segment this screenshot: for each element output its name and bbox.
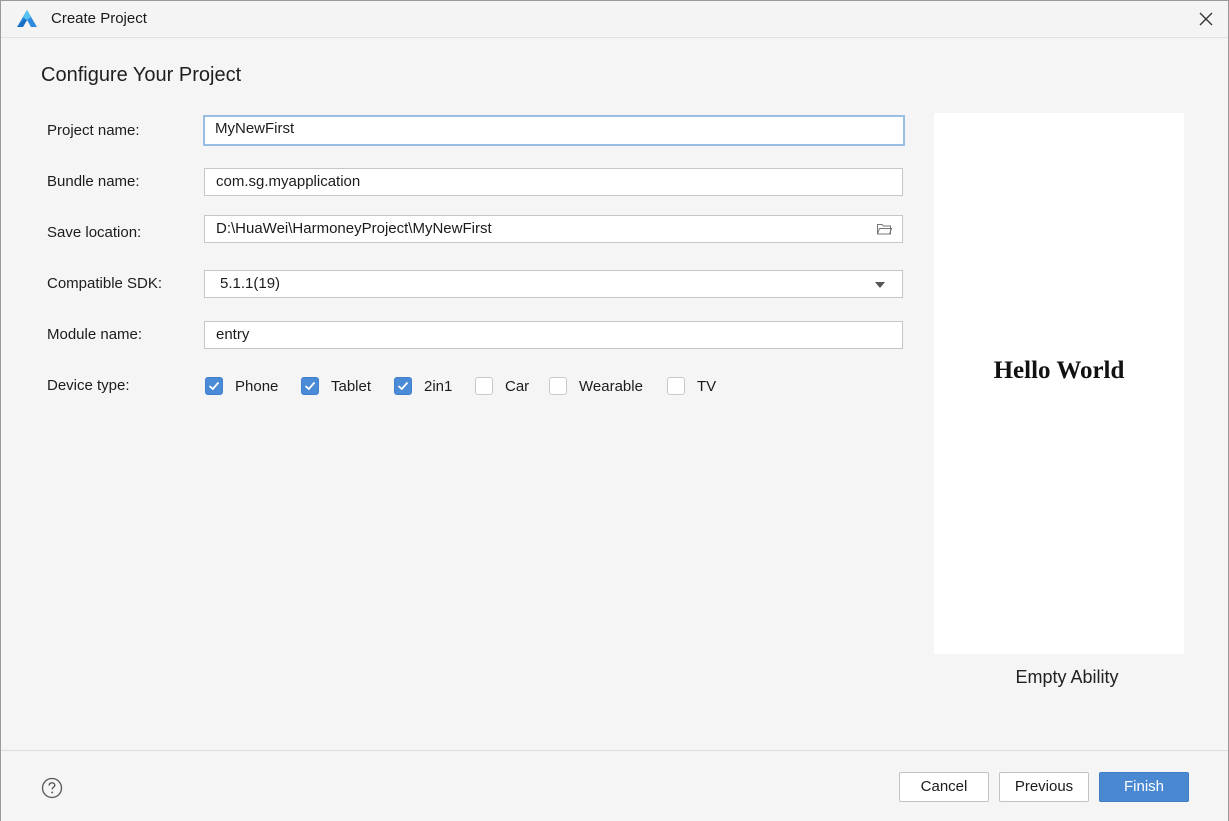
device-type-tablet[interactable]: Tablet: [301, 375, 371, 397]
checkbox-unchecked-icon[interactable]: [667, 377, 685, 395]
cancel-button[interactable]: Cancel: [899, 772, 989, 802]
project-name-label: Project name:: [47, 122, 140, 139]
checkbox-label: 2in1: [424, 377, 453, 395]
save-location-input[interactable]: D:\HuaWei\HarmoneyProject\MyNewFirst: [204, 215, 903, 243]
create-project-dialog: Create Project Configure Your Project Pr…: [0, 0, 1229, 821]
compatible-sdk-value: 5.1.1(19): [220, 275, 281, 292]
device-type-2in1[interactable]: 2in1: [394, 375, 452, 397]
checkbox-checked-icon[interactable]: [205, 377, 223, 395]
checkbox-unchecked-icon[interactable]: [549, 377, 567, 395]
checkbox-label: Phone: [235, 377, 279, 395]
deveco-logo-icon: [17, 10, 37, 27]
checkbox-label: Wearable: [579, 377, 643, 395]
device-type-wearable[interactable]: Wearable: [549, 375, 643, 397]
device-type-label: Device type:: [47, 377, 130, 394]
device-type-phone[interactable]: Phone: [205, 375, 278, 397]
device-type-tv[interactable]: TV: [667, 375, 716, 397]
window-title: Create Project: [51, 10, 147, 27]
checkbox-label: Tablet: [331, 377, 372, 395]
compatible-sdk-label: Compatible SDK:: [47, 275, 163, 292]
checkbox-label: Car: [505, 377, 530, 395]
checkbox-checked-icon[interactable]: [394, 377, 412, 395]
help-icon[interactable]: [41, 777, 63, 799]
compatible-sdk-select[interactable]: 5.1.1(19): [204, 270, 903, 298]
folder-icon[interactable]: [876, 222, 892, 236]
checkbox-checked-icon[interactable]: [301, 377, 319, 395]
save-location-value: D:\HuaWei\HarmoneyProject\MyNewFirst: [216, 220, 492, 237]
bundle-name-label: Bundle name:: [47, 173, 140, 190]
module-name-label: Module name:: [47, 326, 143, 343]
device-type-car[interactable]: Car: [475, 375, 529, 397]
bundle-name-input[interactable]: com.sg.myapplication: [204, 168, 903, 196]
page-title: Configure Your Project: [41, 64, 242, 86]
close-icon[interactable]: [1194, 7, 1218, 31]
title-bar: Create Project: [1, 1, 1228, 38]
template-name: Empty Ability: [1015, 667, 1119, 687]
dialog-footer: Cancel Previous Finish: [1, 750, 1228, 821]
previous-button[interactable]: Previous: [999, 772, 1089, 802]
template-preview: Hello World: [934, 113, 1184, 654]
save-location-label: Save location:: [47, 224, 142, 241]
finish-button[interactable]: Finish: [1099, 772, 1189, 802]
preview-hello-text: Hello World: [993, 357, 1125, 384]
chevron-down-icon: [875, 282, 885, 288]
checkbox-label: TV: [697, 377, 717, 395]
project-name-input[interactable]: MyNewFirst: [203, 115, 905, 146]
checkbox-unchecked-icon[interactable]: [475, 377, 493, 395]
module-name-input[interactable]: entry: [204, 321, 903, 349]
